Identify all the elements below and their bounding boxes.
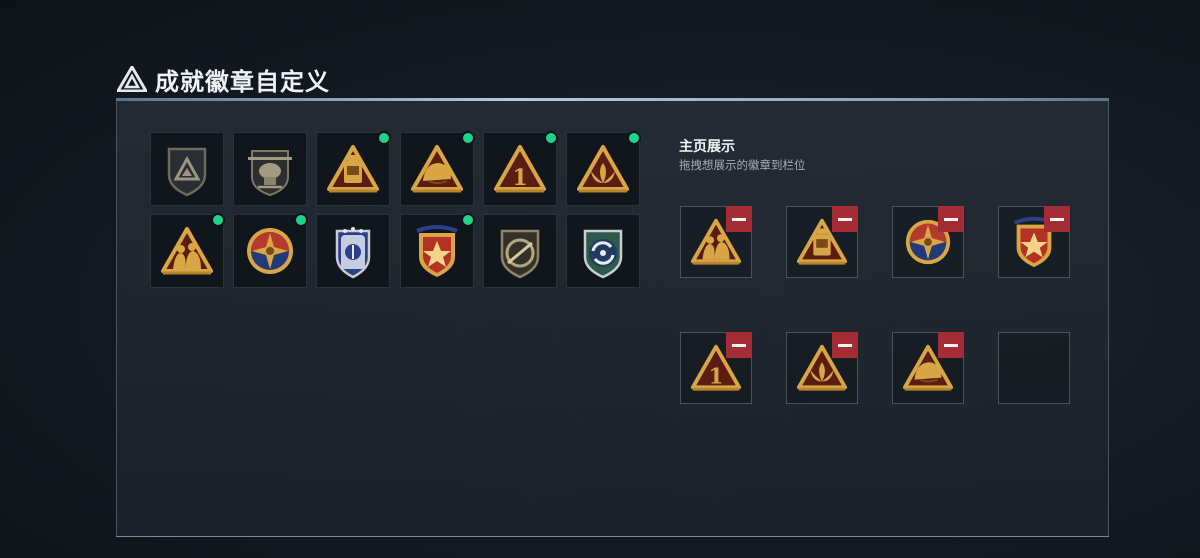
badge-slot-lotus-triangle-badge[interactable] [566, 131, 641, 206]
helicopter-badge-icon [248, 150, 292, 197]
showcase-slot-star-compass-badge[interactable] [892, 206, 964, 278]
owned-indicator-dot [461, 213, 475, 227]
panel-bottom-border [116, 536, 1109, 537]
showcase-slot-lotus-triangle-badge[interactable] [786, 332, 858, 404]
badge-slot-red-star-shield-badge[interactable] [400, 213, 475, 288]
svg-text:1: 1 [709, 364, 724, 389]
owned-indicator-dot [377, 131, 391, 145]
remove-badge-button[interactable] [726, 332, 752, 358]
badge-slot-green-arrows-shield-badge[interactable] [566, 214, 640, 288]
lotus-triangle-badge-icon [577, 145, 629, 193]
badge-slot-blue-wings-shield-badge[interactable] [316, 214, 390, 288]
showcase-slot-empty[interactable] [998, 332, 1070, 404]
helmet-triangle-badge-icon [411, 145, 463, 193]
blade-shield-badge-icon [500, 229, 540, 279]
cart-triangle-badge-icon [327, 145, 379, 193]
badge-slot-star-compass-badge[interactable] [233, 213, 308, 288]
showcase-slot-cart-triangle-badge[interactable] [786, 206, 858, 278]
badge-slot-cart-triangle-badge[interactable] [316, 131, 391, 206]
owned-indicator-dot [461, 131, 475, 145]
showcase-slot-helmet-triangle-badge[interactable] [892, 332, 964, 404]
showcase-subtitle: 拖拽想展示的徽章到栏位 [679, 158, 806, 172]
remove-badge-button[interactable] [832, 206, 858, 232]
showcase-slot-number-one-triangle-badge[interactable]: 1 [680, 332, 752, 404]
panel-top-border [116, 98, 1109, 101]
remove-badge-button[interactable] [1044, 206, 1070, 232]
showcase-title: 主页展示 [679, 139, 735, 155]
remove-badge-button[interactable] [938, 206, 964, 232]
owned-indicator-dot [627, 131, 641, 145]
badge-slot-helmet-triangle-badge[interactable] [400, 131, 475, 206]
remove-badge-button[interactable] [832, 332, 858, 358]
badge-slot-number-one-triangle-badge[interactable]: 1 [483, 131, 558, 206]
showcase-slot-soldiers-triangle-badge[interactable] [680, 206, 752, 278]
badge-slot-helicopter-badge[interactable] [233, 132, 307, 206]
star-compass-badge-icon [247, 228, 293, 274]
number-one-triangle-badge-icon: 1 [494, 145, 546, 193]
shield-triangle-badge-icon [167, 147, 207, 197]
owned-indicator-dot [544, 131, 558, 145]
green-arrows-shield-badge-icon [583, 229, 623, 279]
remove-badge-button[interactable] [938, 332, 964, 358]
blue-wings-shield-badge-icon [335, 227, 371, 279]
badge-slot-blade-shield-badge[interactable] [483, 214, 557, 288]
page-title: 成就徽章自定义 [155, 67, 330, 96]
triangle-logo-icon [117, 66, 147, 92]
remove-badge-button[interactable] [726, 206, 752, 232]
owned-indicator-dot [211, 213, 225, 227]
header: 成就徽章自定义 [117, 62, 330, 96]
soldiers-triangle-badge-icon [161, 227, 213, 275]
badge-slot-soldiers-triangle-badge[interactable] [150, 213, 225, 288]
badge-slot-shield-triangle-badge[interactable] [150, 132, 224, 206]
red-star-shield-badge-icon [416, 225, 458, 277]
showcase-slot-red-star-shield-badge[interactable] [998, 206, 1070, 278]
owned-indicator-dot [294, 213, 308, 227]
svg-text:1: 1 [512, 165, 527, 191]
